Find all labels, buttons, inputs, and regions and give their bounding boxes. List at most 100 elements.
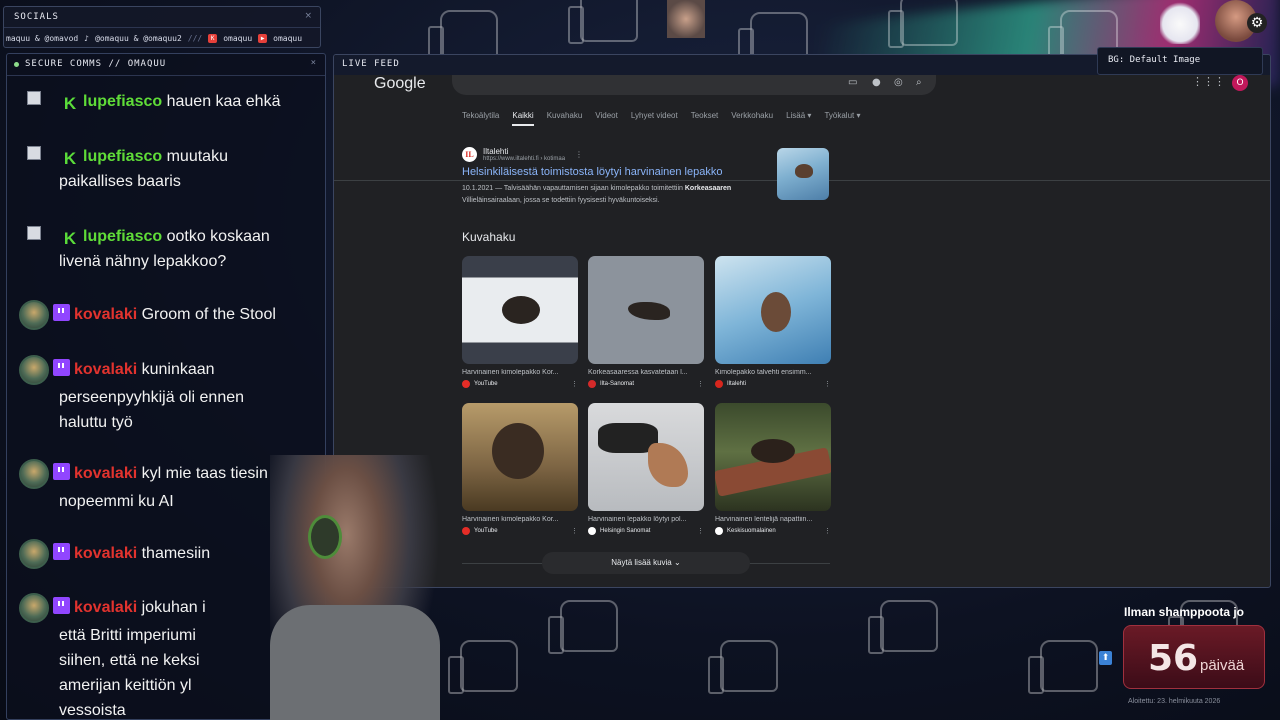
image-source: Helsingin Sanomat ⋮ (588, 527, 704, 535)
image-result[interactable]: Kimolepakko talvehti ensimm... Iltalehti… (715, 256, 831, 388)
camera-icon[interactable]: ◎ (894, 77, 903, 88)
image-caption: Harvinainen kimolepakko Kor... (462, 516, 559, 523)
more-options-icon[interactable]: ⋮ (824, 380, 831, 388)
search-icon[interactable]: ⌕ (916, 77, 922, 88)
image-caption: Harvinainen kimolepakko Kor... (462, 369, 559, 376)
image-source: Ilta-Sanomat ⋮ (588, 380, 704, 388)
image-result[interactable]: Harvinainen kimolepakko Kor... YouTube ⋮ (462, 256, 578, 388)
tab-all[interactable]: Kaikki (512, 111, 534, 126)
chat-text: ootko koskaan (166, 228, 270, 245)
chat-title: SECURE COMMS // OMAQUU (25, 59, 167, 69)
chat-text: perseenpyyhkijä oli ennen (59, 389, 245, 406)
bunny-mascot (1160, 0, 1200, 44)
result-thumbnail[interactable] (777, 148, 829, 200)
tab-short-videos[interactable]: Lyhyet videot (631, 111, 678, 126)
chevron-down-icon: ⌄ (674, 558, 681, 567)
more-options-icon[interactable]: ⋮ (697, 380, 704, 388)
bat-image[interactable] (462, 256, 578, 364)
close-icon[interactable]: × (311, 58, 317, 68)
tab-ai-mode[interactable]: Tekoälytila (462, 111, 499, 126)
apps-grid-icon[interactable]: ⋮⋮⋮ (1192, 75, 1225, 88)
thumbs-up-icon (888, 0, 958, 48)
tab-images[interactable]: Kuvahaku (547, 111, 583, 126)
counter-title: Ilman shamppoota jo (1124, 605, 1245, 619)
social-handle: omaquu (273, 34, 303, 43)
gear-icon[interactable]: ⚙ (1247, 13, 1267, 33)
image-result[interactable]: Harvinainen lentelijä napattiin... Keski… (715, 403, 831, 535)
image-result[interactable]: Harvinainen kimolepakko Kor... YouTube ⋮ (462, 403, 578, 535)
chat-username[interactable]: kovalaki (74, 545, 137, 562)
more-options-icon[interactable]: ⋮ (697, 527, 704, 535)
search-input[interactable]: ▭ ● ◎ ⌕ (452, 75, 936, 95)
image-result[interactable]: Korkeasaaressa kasvatetaan l... Ilta-San… (588, 256, 704, 388)
kick-badge-icon: K (63, 149, 77, 168)
kick-icon: K (208, 34, 218, 43)
avatar (19, 593, 49, 623)
social-handle: @omaquu & @omaquu2 (95, 34, 182, 43)
search-result: IL Iltalehti https://www.iltalehti.fi › … (462, 147, 772, 207)
result-date: 10.1.2021 (462, 185, 494, 192)
tiktok-icon: ♪ (84, 34, 90, 43)
tab-more[interactable]: Lisää ▾ (786, 111, 811, 126)
chat-text: jokuhan i (141, 599, 206, 616)
avatar (19, 539, 49, 569)
twitch-badge-icon (53, 304, 70, 321)
bat-image[interactable] (715, 403, 831, 511)
thumbs-up-icon (868, 600, 938, 654)
avatar (19, 459, 49, 489)
chat-username[interactable]: lupefiasco (83, 93, 162, 110)
twitch-badge-icon (53, 597, 70, 614)
arrow-up-icon: ⬆ (1099, 651, 1112, 665)
chat-text: livenä nähny lepakkoo? (59, 253, 227, 270)
image-caption: Kimolepakko talvehti ensimm... (715, 369, 812, 376)
status-dot (14, 62, 19, 67)
chat-username[interactable]: kovalaki (74, 361, 137, 378)
iltalehti-favicon: IL (462, 147, 477, 162)
kick-badge-icon: K (63, 94, 77, 113)
image-caption: Harvinainen lepakko löytyi pol... (588, 516, 687, 523)
image-result[interactable]: Harvinainen lepakko löytyi pol... Helsin… (588, 403, 704, 535)
result-snippet: 10.1.2021 — Talvisäähän vapauttamisen si… (462, 183, 772, 207)
account-avatar[interactable]: O (1232, 75, 1248, 91)
chat-username[interactable]: kovalaki (74, 599, 137, 616)
broken-image-icon (27, 146, 41, 160)
more-options-icon[interactable]: ⋮ (824, 527, 831, 535)
tab-tools[interactable]: Työkalut ▾ (824, 111, 860, 126)
show-more-images-button[interactable]: Näytä lisää kuvia ⌄ (542, 552, 750, 574)
chat-text: kyl mie taas tiesin (141, 465, 268, 482)
tab-works[interactable]: Teokset (691, 111, 719, 126)
result-title-link[interactable]: Helsinkiläisestä toimistosta löytyi harv… (462, 166, 772, 178)
chat-username[interactable]: kovalaki (74, 306, 137, 323)
twitch-badge-icon (53, 463, 70, 480)
thumbs-up-icon (1028, 640, 1098, 694)
bat-image[interactable] (715, 256, 831, 364)
chat-message: kovalaki kuninkaan perseenpyyhkijä oli e… (19, 355, 319, 435)
more-options-icon[interactable]: ⋮ (571, 380, 578, 388)
chat-username[interactable]: kovalaki (74, 465, 137, 482)
google-logo[interactable]: Google (374, 75, 426, 93)
counter-value: 56 (1148, 638, 1199, 679)
keyboard-icon[interactable]: ▭ (848, 77, 857, 88)
microphone-icon[interactable]: ● (872, 77, 881, 88)
chat-text: paikallises baaris (59, 173, 181, 190)
bat-image[interactable] (462, 403, 578, 511)
more-options-icon[interactable]: ⋮ (571, 527, 578, 535)
twitch-badge-icon (53, 359, 70, 376)
chat-message: kovalaki Groom of the Stool (19, 300, 319, 330)
image-caption: Korkeasaaressa kasvatetaan l... (588, 369, 688, 376)
chat-username[interactable]: lupefiasco (83, 228, 162, 245)
chat-username[interactable]: lupefiasco (83, 148, 162, 165)
snippet-text: Villieläinsairaalaan, jossa se todettiin… (462, 197, 660, 204)
bat-image[interactable] (588, 256, 704, 364)
more-options-icon[interactable]: ⋮ (575, 150, 583, 159)
image-caption: Harvinainen lentelijä napattiin... (715, 516, 813, 523)
streamer-webcam (270, 455, 440, 720)
tab-videos[interactable]: Videot (595, 111, 618, 126)
result-site[interactable]: IL Iltalehti https://www.iltalehti.fi › … (462, 147, 772, 162)
bat-image[interactable] (588, 403, 704, 511)
tab-web[interactable]: Verkkohaku (731, 111, 773, 126)
thumbs-up-icon (448, 640, 518, 694)
guest-webcam (667, 0, 705, 38)
headset (308, 515, 342, 559)
close-icon[interactable]: × (304, 11, 312, 21)
